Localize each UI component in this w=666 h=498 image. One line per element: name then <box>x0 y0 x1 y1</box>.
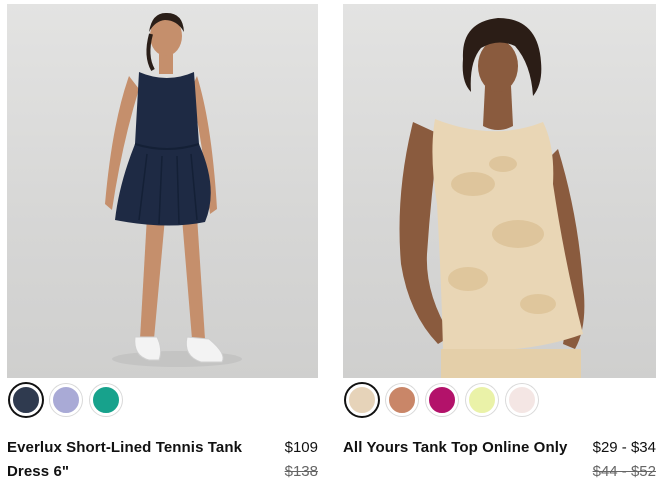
color-swatch-lavender[interactable] <box>50 384 82 416</box>
color-swatches <box>346 384 538 416</box>
color-swatch-navy[interactable] <box>10 384 42 416</box>
color-swatches <box>10 384 122 416</box>
product-card-tank-top[interactable]: All Yours Tank Top Online Only $29 - $34… <box>343 0 656 480</box>
color-swatch-magenta[interactable] <box>426 384 458 416</box>
original-price: $44 - $52 <box>592 463 656 480</box>
product-price: $109 $138 <box>285 436 318 484</box>
product-title[interactable]: Everlux Short-Lined Tennis Tank Dress 6" <box>7 436 257 484</box>
sale-price: $29 - $34 <box>592 439 656 456</box>
product-title[interactable]: All Yours Tank Top Online Only <box>343 436 593 460</box>
color-swatch-lime[interactable] <box>466 384 498 416</box>
model-photo-tank-top <box>399 18 585 378</box>
original-price: $138 <box>284 463 318 480</box>
product-price: $29 - $34 $44 - $52 <box>593 436 656 484</box>
color-swatch-blush[interactable] <box>506 384 538 416</box>
sale-price: $109 <box>284 439 318 456</box>
color-swatch-teal[interactable] <box>90 384 122 416</box>
product-card-tennis-dress[interactable]: Everlux Short-Lined Tennis Tank Dress 6"… <box>7 0 318 480</box>
color-swatch-natural-ivory[interactable] <box>346 384 378 416</box>
model-photo-tennis-dress <box>105 12 242 367</box>
product-grid: Everlux Short-Lined Tennis Tank Dress 6"… <box>0 0 666 498</box>
product-image-tank-top[interactable] <box>343 4 656 378</box>
product-image-tennis-dress[interactable] <box>7 4 318 378</box>
color-swatch-terracotta[interactable] <box>386 384 418 416</box>
